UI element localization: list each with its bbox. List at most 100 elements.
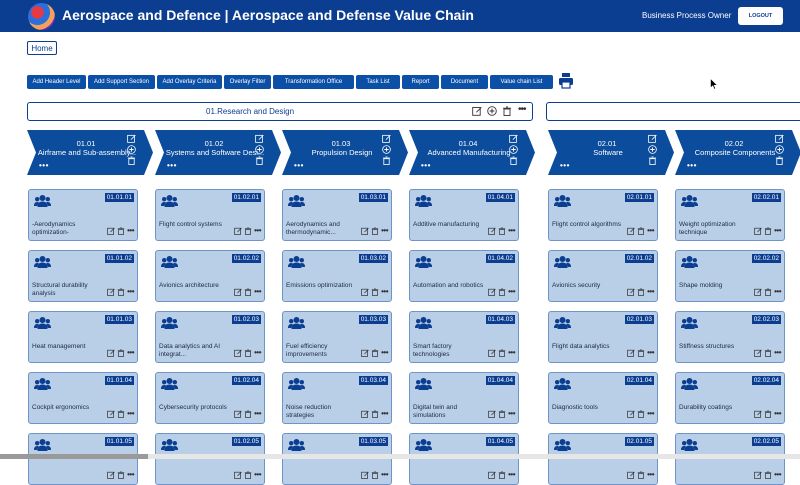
- more-options-icon[interactable]: •••: [774, 470, 781, 479]
- more-options-icon[interactable]: •••: [560, 161, 570, 170]
- trash-icon[interactable]: [764, 226, 772, 235]
- trash-icon[interactable]: [244, 226, 252, 235]
- edit-icon[interactable]: [648, 134, 657, 143]
- trash-icon[interactable]: [509, 156, 518, 165]
- more-options-icon[interactable]: •••: [39, 161, 49, 170]
- process-card[interactable]: 01.03.03 Fuel efficiency improvements •••: [282, 311, 392, 363]
- edit-icon[interactable]: [234, 349, 242, 357]
- edit-icon[interactable]: [107, 227, 115, 235]
- trash-icon[interactable]: [117, 348, 125, 357]
- edit-icon[interactable]: [107, 349, 115, 357]
- edit-icon[interactable]: [775, 134, 784, 143]
- process-card[interactable]: 02.01.03 Flight data analytics •••: [548, 311, 658, 363]
- more-options-icon[interactable]: •••: [774, 226, 781, 235]
- process-card[interactable]: 01.04.05 •••: [409, 433, 519, 485]
- more-options-icon[interactable]: •••: [508, 348, 515, 357]
- task-list-button[interactable]: Task List: [356, 75, 400, 89]
- process-card[interactable]: 01.01.03 Heat management •••: [28, 311, 138, 363]
- process-card[interactable]: 01.02.05 •••: [155, 433, 265, 485]
- edit-icon[interactable]: [488, 349, 496, 357]
- edit-icon[interactable]: [488, 410, 496, 418]
- edit-icon[interactable]: [754, 288, 762, 296]
- trash-icon[interactable]: [637, 409, 645, 418]
- process-card[interactable]: 01.01.02 Structural durability analysis ••…: [28, 250, 138, 302]
- process-card[interactable]: 02.01.04 Diagnostic tools •••: [548, 372, 658, 424]
- add-circle-icon[interactable]: [648, 145, 657, 154]
- process-card[interactable]: 01.04.04 Digital twin and simulations •••: [409, 372, 519, 424]
- process-card[interactable]: 01.03.02 Emissions optimization •••: [282, 250, 392, 302]
- process-card[interactable]: 02.01.05 •••: [548, 433, 658, 485]
- more-options-icon[interactable]: •••: [127, 226, 134, 235]
- trash-icon[interactable]: [371, 287, 379, 296]
- edit-icon[interactable]: [107, 288, 115, 296]
- more-options-icon[interactable]: •••: [774, 287, 781, 296]
- edit-icon[interactable]: [754, 349, 762, 357]
- process-card[interactable]: 01.03.04 Noise reduction strategies •••: [282, 372, 392, 424]
- process-card[interactable]: 01.02.02 Avionics architecture •••: [155, 250, 265, 302]
- more-options-icon[interactable]: •••: [518, 104, 526, 115]
- process-card[interactable]: 02.02.04 Durability coatings •••: [675, 372, 785, 424]
- trash-icon[interactable]: [764, 409, 772, 418]
- trash-icon[interactable]: [637, 226, 645, 235]
- overlay-filter-button[interactable]: Overlay Filter: [224, 75, 271, 89]
- edit-icon[interactable]: [255, 134, 264, 143]
- process-card[interactable]: 01.02.04 Cybersecurity protocols •••: [155, 372, 265, 424]
- edit-icon[interactable]: [361, 227, 369, 235]
- trash-icon[interactable]: [637, 348, 645, 357]
- edit-icon[interactable]: [627, 410, 635, 418]
- edit-icon[interactable]: [234, 227, 242, 235]
- edit-icon[interactable]: [107, 410, 115, 418]
- edit-icon[interactable]: [754, 410, 762, 418]
- trash-icon[interactable]: [498, 348, 506, 357]
- trash-icon[interactable]: [498, 287, 506, 296]
- trash-icon[interactable]: [371, 470, 379, 479]
- edit-icon[interactable]: [361, 410, 369, 418]
- process-card[interactable]: 02.01.01 Flight control algorithms •••: [548, 189, 658, 241]
- more-options-icon[interactable]: •••: [687, 161, 697, 170]
- process-card[interactable]: 01.02.03 Data analytics and AI integrat..…: [155, 311, 265, 363]
- trash-icon[interactable]: [498, 470, 506, 479]
- trash-icon[interactable]: [764, 470, 772, 479]
- process-card[interactable]: 01.03.01 Aerodynamics and thermodynamic..…: [282, 189, 392, 241]
- more-options-icon[interactable]: •••: [647, 409, 654, 418]
- edit-icon[interactable]: [627, 227, 635, 235]
- edit-icon[interactable]: [627, 349, 635, 357]
- edit-icon[interactable]: [488, 227, 496, 235]
- more-options-icon[interactable]: •••: [774, 348, 781, 357]
- add-header-level-button[interactable]: Add Header Level: [27, 75, 86, 89]
- trash-icon[interactable]: [382, 156, 391, 165]
- trash-icon[interactable]: [498, 409, 506, 418]
- trash-icon[interactable]: [764, 348, 772, 357]
- add-circle-icon[interactable]: [487, 106, 497, 116]
- trash-icon[interactable]: [117, 226, 125, 235]
- process-card[interactable]: 01.01.01 -Aerodynamics optimization- •••: [28, 189, 138, 241]
- add-circle-icon[interactable]: [382, 145, 391, 154]
- process-card[interactable]: 02.02.02 Shape molding •••: [675, 250, 785, 302]
- trash-icon[interactable]: [244, 348, 252, 357]
- process-card[interactable]: 01.01.05 •••: [28, 433, 138, 485]
- trash-icon[interactable]: [117, 470, 125, 479]
- more-options-icon[interactable]: •••: [254, 409, 261, 418]
- more-options-icon[interactable]: •••: [381, 287, 388, 296]
- more-options-icon[interactable]: •••: [647, 226, 654, 235]
- more-options-icon[interactable]: •••: [508, 287, 515, 296]
- process-card[interactable]: 01.04.01 Additive manufacturing •••: [409, 189, 519, 241]
- process-card[interactable]: 01.04.02 Automation and robotics •••: [409, 250, 519, 302]
- process-card[interactable]: 02.02.01 Weight optimization technique •••: [675, 189, 785, 241]
- add-support-section-button[interactable]: Add Support Section: [88, 75, 155, 89]
- edit-icon[interactable]: [234, 471, 242, 479]
- trash-icon[interactable]: [127, 156, 136, 165]
- trash-icon[interactable]: [117, 409, 125, 418]
- add-circle-icon[interactable]: [127, 145, 136, 154]
- edit-icon[interactable]: [488, 288, 496, 296]
- trash-icon[interactable]: [775, 156, 784, 165]
- more-options-icon[interactable]: •••: [647, 470, 654, 479]
- trash-icon[interactable]: [502, 106, 512, 116]
- more-options-icon[interactable]: •••: [294, 161, 304, 170]
- trash-icon[interactable]: [498, 226, 506, 235]
- more-options-icon[interactable]: •••: [381, 348, 388, 357]
- edit-icon[interactable]: [488, 471, 496, 479]
- more-options-icon[interactable]: •••: [127, 287, 134, 296]
- printer-icon[interactable]: [558, 72, 574, 89]
- edit-icon[interactable]: [509, 134, 518, 143]
